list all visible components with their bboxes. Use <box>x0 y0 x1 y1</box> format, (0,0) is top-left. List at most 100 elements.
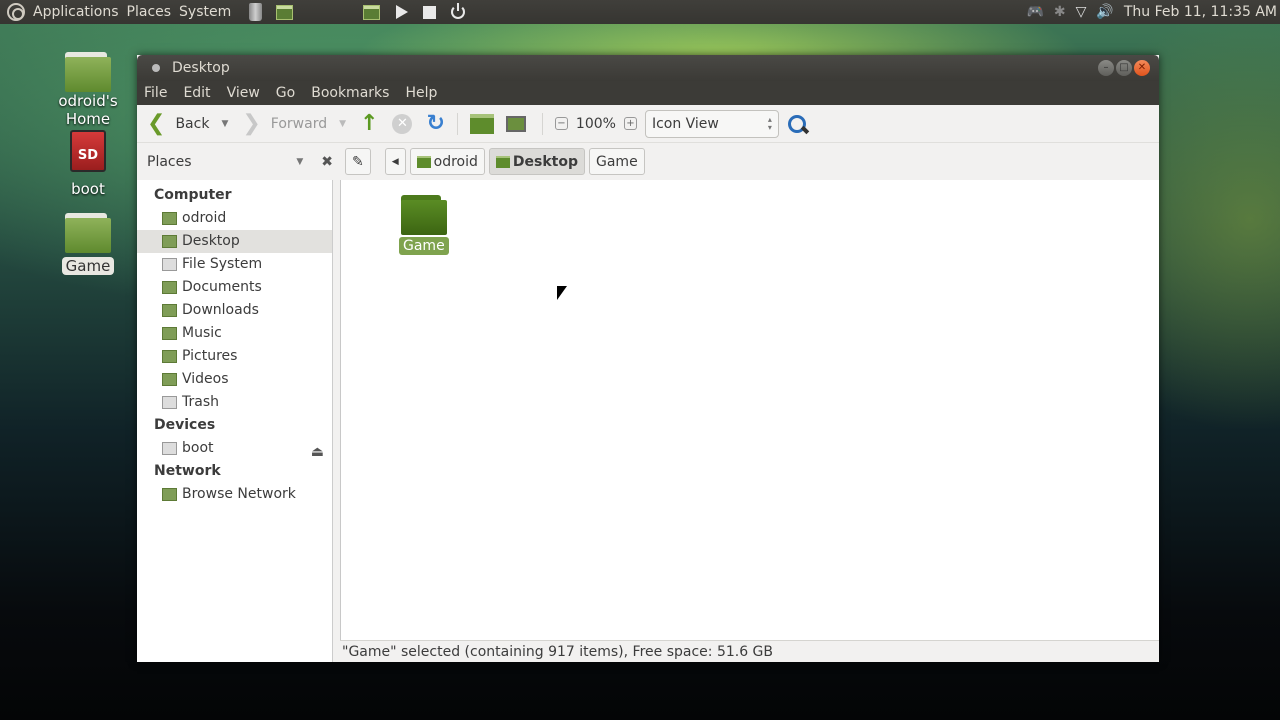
sidebar-item-label: Videos <box>182 371 229 387</box>
sidebar-item-desktop[interactable]: Desktop <box>137 230 332 253</box>
desktop-icon-boot[interactable]: SD boot <box>58 130 118 198</box>
sidebar-item-browse-network[interactable]: Browse Network <box>137 483 332 506</box>
file-item-game[interactable]: Game <box>399 195 449 255</box>
view-mode-select[interactable]: Icon View ▴ ▾ <box>644 109 779 138</box>
home-folder-icon <box>162 212 177 225</box>
power-icon[interactable] <box>451 3 466 19</box>
pencil-icon: ✎ <box>352 153 364 170</box>
menu-help[interactable]: Help <box>405 85 437 101</box>
path-label: odroid <box>433 153 478 170</box>
desktop-icon-game[interactable]: Game <box>58 213 118 275</box>
home-icon[interactable] <box>469 113 494 134</box>
forward-button[interactable]: ❯ Forward ▼ <box>242 112 346 135</box>
desktop-icon-label: Game <box>61 257 115 275</box>
sidebar-item-label: Trash <box>182 394 219 410</box>
play-icon[interactable] <box>396 5 409 19</box>
maximize-button[interactable]: □ <box>1116 60 1132 76</box>
home-folder-icon <box>416 155 431 168</box>
window-menu-icon[interactable] <box>152 64 160 72</box>
top-panel: Applications Places System 🎮 ✱ ▽ 🔊 Thu F… <box>0 0 1280 24</box>
documents-folder-icon <box>162 281 177 294</box>
back-history-dropdown[interactable]: ▼ <box>221 119 228 129</box>
computer-icon[interactable] <box>505 115 526 132</box>
volume-icon[interactable]: 🔊 <box>1096 4 1113 20</box>
edit-location-button[interactable]: ✎ <box>345 148 371 175</box>
file-item-label: Game <box>399 237 449 255</box>
bluetooth-icon[interactable]: ✱ <box>1054 4 1066 20</box>
back-label: Back <box>175 115 210 132</box>
sidebar-item-pictures[interactable]: Pictures <box>137 345 332 368</box>
sidebar-header: Places ▼ ✖ <box>137 154 333 170</box>
menu-file[interactable]: File <box>144 85 167 101</box>
music-folder-icon <box>162 327 177 340</box>
back-button[interactable]: ❮ Back ▼ <box>147 110 228 136</box>
sidebar-item-documents[interactable]: Documents <box>137 276 332 299</box>
clock[interactable]: Thu Feb 11, 11:35 AM <box>1124 4 1277 20</box>
ubuntu-logo-icon[interactable] <box>7 3 25 21</box>
sidebar-item-label: File System <box>182 256 263 272</box>
close-sidebar-icon[interactable]: ✖ <box>321 154 333 170</box>
up-arrow-icon[interactable]: ↑ <box>360 111 378 136</box>
reload-icon[interactable]: ↻ <box>426 111 444 136</box>
menu-bookmarks[interactable]: Bookmarks <box>311 85 389 101</box>
zoom-in-icon[interactable]: + <box>623 117 637 130</box>
sidebar-item-trash[interactable]: Trash <box>137 391 332 414</box>
titlebar[interactable]: Desktop – □ ✕ <box>137 55 1159 81</box>
sidebar-item-videos[interactable]: Videos <box>137 368 332 391</box>
menu-go[interactable]: Go <box>276 85 295 101</box>
desktop-icon-label: boot <box>71 180 105 198</box>
gamepad-icon[interactable]: 🎮 <box>1026 4 1043 20</box>
sidebar-item-label: Pictures <box>182 348 238 364</box>
menu-places[interactable]: Places <box>123 0 176 24</box>
path-game[interactable]: Game <box>589 148 645 175</box>
sidebar-type-label[interactable]: Places <box>147 154 192 170</box>
stop-icon[interactable] <box>423 5 437 19</box>
path-desktop[interactable]: Desktop <box>488 148 585 175</box>
sidebar-item-boot[interactable]: boot ⏏ <box>137 437 332 460</box>
separator <box>456 112 458 135</box>
wifi-icon[interactable]: ▽ <box>1076 4 1087 20</box>
path-odroid[interactable]: odroid <box>409 148 485 175</box>
mouse-cursor-icon <box>557 286 567 300</box>
show-desktop-icon[interactable] <box>363 4 381 20</box>
sidebar-item-music[interactable]: Music <box>137 322 332 345</box>
sidebar-item-label: Music <box>182 325 222 341</box>
window-title: Desktop <box>172 60 230 76</box>
view-mode-value: Icon View <box>651 115 719 132</box>
window-icon[interactable] <box>276 4 294 20</box>
menu-edit[interactable]: Edit <box>183 85 210 101</box>
sidebar-type-dropdown-icon[interactable]: ▼ <box>296 157 303 167</box>
file-view[interactable]: Game <box>340 180 1159 640</box>
desktop-icon-home[interactable]: odroid's Home <box>36 52 140 128</box>
close-button[interactable]: ✕ <box>1134 60 1150 76</box>
sidebar-item-label: Documents <box>182 279 262 295</box>
sidebar-item-file-system[interactable]: File System <box>137 253 332 276</box>
zoom-level[interactable]: 100% <box>576 116 616 132</box>
sidebar-item-odroid[interactable]: odroid <box>137 207 332 230</box>
home-folder-icon <box>65 52 111 92</box>
path-scroll-left-button[interactable]: ◀ <box>384 148 406 175</box>
back-icon: ❮ <box>147 110 166 136</box>
menu-system[interactable]: System <box>175 0 235 24</box>
path-label: Desktop <box>512 153 578 170</box>
folder-icon <box>400 195 447 235</box>
path-label: Game <box>596 153 638 170</box>
zoom-out-icon[interactable]: − <box>554 117 568 130</box>
search-icon[interactable] <box>787 114 807 134</box>
menu-view[interactable]: View <box>227 85 260 101</box>
sidebar-item-label: Desktop <box>182 233 240 249</box>
eject-icon[interactable]: ⏏ <box>311 441 324 464</box>
forward-history-dropdown[interactable]: ▼ <box>339 119 346 129</box>
desktop-icon <box>162 235 177 248</box>
trash-icon[interactable] <box>249 3 263 21</box>
drive-icon <box>162 258 177 271</box>
sidebar-item-downloads[interactable]: Downloads <box>137 299 332 322</box>
downloads-folder-icon <box>162 304 177 317</box>
toolbar: ❮ Back ▼ ❯ Forward ▼ ↑ ✕ ↻ − 100% + Icon… <box>137 105 1159 143</box>
network-folder-icon <box>162 488 177 501</box>
stop-loading-icon[interactable]: ✕ <box>392 113 413 134</box>
file-manager-window: Desktop – □ ✕ File Edit View Go Bookmark… <box>137 55 1159 662</box>
sd-card-icon: SD <box>70 130 106 172</box>
menu-applications[interactable]: Applications <box>29 0 123 24</box>
minimize-button[interactable]: – <box>1098 60 1114 76</box>
